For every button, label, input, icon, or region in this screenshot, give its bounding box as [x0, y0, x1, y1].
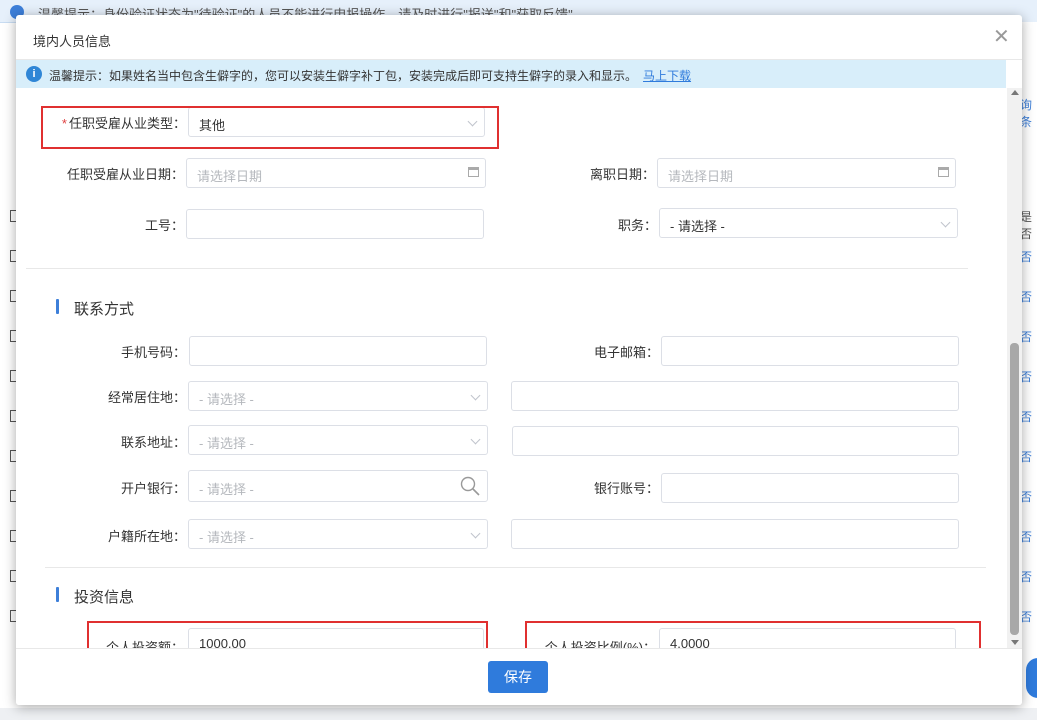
address-detail-input[interactable] — [512, 426, 959, 456]
start-date-placeholder: 请选择日期 — [197, 169, 263, 184]
email-label: 电子邮箱： — [593, 345, 659, 360]
investment-section-title: 投资信息 — [74, 589, 135, 606]
dialog-title: 境内人员信息 — [33, 34, 112, 49]
job-number-label: 工号： — [144, 218, 184, 233]
background-query-fragment: 询条 — [1020, 98, 1033, 129]
bank-search-select[interactable]: - 请选择 - — [188, 470, 488, 502]
household-detail-input[interactable] — [511, 519, 959, 549]
notice-text: 温馨提示：如果姓名当中包含生僻字的，您可以安装生僻字补丁包，安装完成后即可支持生… — [49, 69, 638, 83]
section-divider — [26, 268, 968, 269]
section-marker — [56, 587, 59, 602]
scroll-up-icon[interactable] — [1011, 90, 1019, 95]
highlight-investment-ratio — [525, 621, 981, 648]
section-marker — [56, 299, 59, 314]
household-select[interactable]: - 请选择 - — [188, 519, 488, 549]
residence-placeholder: - 请选择 - — [199, 392, 254, 407]
vertical-scrollbar[interactable] — [1007, 88, 1022, 648]
background-float-button[interactable] — [1026, 658, 1037, 698]
chevron-down-icon — [470, 434, 481, 445]
leave-date-picker[interactable]: 请选择日期 — [657, 158, 956, 188]
search-icon[interactable] — [460, 476, 480, 496]
phone-input[interactable] — [189, 336, 487, 366]
position-select[interactable]: - 请选择 - — [659, 208, 958, 238]
info-icon: i — [26, 66, 42, 82]
calendar-icon — [938, 167, 949, 177]
residence-select[interactable]: - 请选择 - — [188, 381, 488, 411]
leave-date-label: 离职日期： — [589, 167, 655, 182]
position-value: - 请选择 - — [670, 219, 725, 234]
background-bottom-bar — [0, 708, 1037, 720]
email-input[interactable] — [661, 336, 959, 366]
address-select[interactable]: - 请选择 - — [188, 425, 488, 455]
start-date-label: 任职受雇从业日期： — [66, 167, 184, 182]
phone-label: 手机号码： — [120, 345, 186, 360]
download-link[interactable]: 马上下载 — [643, 69, 691, 83]
dialog-header: 境内人员信息 ✕ — [16, 15, 1022, 60]
household-label: 户籍所在地： — [107, 529, 186, 544]
address-label: 联系地址： — [120, 435, 186, 450]
person-info-dialog: 境内人员信息 ✕ i 温馨提示：如果姓名当中包含生僻字的，您可以安装生僻字补丁包… — [16, 15, 1022, 705]
chevron-down-icon — [940, 217, 951, 228]
leave-date-placeholder: 请选择日期 — [668, 169, 734, 184]
scroll-thumb[interactable] — [1010, 343, 1019, 635]
highlight-employment-type — [41, 106, 499, 149]
address-placeholder: - 请选择 - — [199, 436, 254, 451]
chevron-down-icon — [470, 390, 481, 401]
close-icon[interactable]: ✕ — [993, 27, 1010, 47]
dialog-footer: 保存 — [16, 648, 1022, 705]
household-placeholder: - 请选择 - — [199, 530, 254, 545]
background-header-fragment: 是否 — [1020, 210, 1033, 241]
residence-label: 经常居住地： — [107, 390, 186, 405]
chevron-down-icon — [470, 528, 481, 539]
notice-bar: i 温馨提示：如果姓名当中包含生僻字的，您可以安装生僻字补丁包，安装完成后即可支… — [16, 60, 1006, 88]
bank-label: 开户银行： — [120, 481, 186, 496]
residence-detail-input[interactable] — [511, 381, 959, 411]
account-label: 银行账号： — [593, 481, 659, 496]
start-date-picker[interactable]: 请选择日期 — [186, 158, 486, 188]
job-number-input[interactable] — [186, 209, 484, 239]
position-label: 职务： — [617, 218, 657, 233]
calendar-icon — [468, 167, 479, 177]
scroll-down-icon[interactable] — [1011, 640, 1019, 645]
bank-placeholder: - 请选择 - — [199, 482, 254, 497]
contact-section-title: 联系方式 — [74, 301, 135, 318]
section-divider — [45, 567, 986, 568]
highlight-investment-amount — [87, 621, 488, 648]
account-input[interactable] — [661, 473, 959, 503]
save-button[interactable]: 保存 — [488, 661, 548, 693]
dialog-body: * 任职受雇从业类型： 其他 任职受雇从业日期： 请选择日期 离职日期： 请选择日… — [16, 88, 1006, 648]
